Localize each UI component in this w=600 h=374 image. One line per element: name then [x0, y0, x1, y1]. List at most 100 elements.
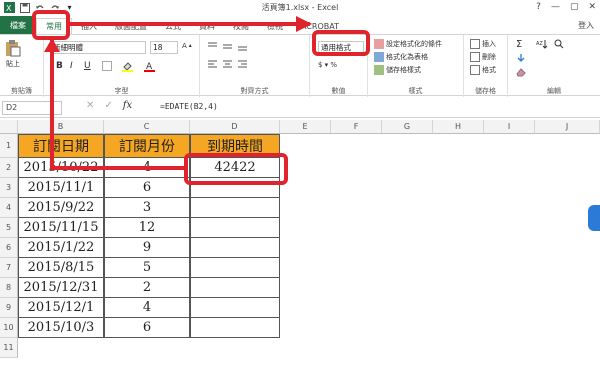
- vertical-align-buttons[interactable]: [208, 41, 268, 51]
- font-color-button[interactable]: A: [144, 61, 155, 72]
- tab-file[interactable]: 檔案: [0, 16, 36, 34]
- format-as-table-button[interactable]: 格式化為表格: [374, 52, 428, 62]
- tab-data[interactable]: 資料: [190, 18, 224, 34]
- date-cell[interactable]: 2015/12/1: [18, 298, 104, 318]
- cancel-entry-icon[interactable]: ✕: [86, 100, 94, 111]
- column-header-c[interactable]: C: [104, 120, 190, 134]
- due-cell[interactable]: [190, 278, 280, 298]
- format-cells-button[interactable]: 格式: [470, 65, 496, 75]
- underline-button[interactable]: U: [84, 61, 91, 71]
- column-header-j[interactable]: J: [535, 120, 600, 134]
- header-cell-subscribe-date[interactable]: 訂閱日期: [18, 134, 104, 158]
- sort-icon: AZ: [536, 40, 548, 49]
- group-clipboard: 貼上 剪貼簿: [0, 35, 44, 97]
- fill-color-button[interactable]: [122, 61, 133, 72]
- svg-text:AZ: AZ: [536, 41, 543, 47]
- row-header[interactable]: 11: [0, 338, 18, 358]
- column-header-b[interactable]: B: [18, 120, 104, 134]
- title-bar: X ▾ 活頁簿1.xlsx - Excel ? — ▢ ✕: [0, 0, 600, 16]
- months-cell[interactable]: 4: [104, 298, 190, 318]
- currency-button[interactable]: $ ▾ %: [318, 61, 337, 69]
- confirm-entry-icon[interactable]: ✓: [104, 100, 112, 111]
- months-cell[interactable]: 6: [104, 318, 190, 338]
- due-cell[interactable]: [190, 258, 280, 278]
- font-group-label: 字型: [114, 87, 129, 95]
- row-header[interactable]: 9: [0, 298, 18, 318]
- row-header[interactable]: 3: [0, 178, 18, 198]
- autosum-button[interactable]: Σ: [516, 39, 522, 50]
- date-cell[interactable]: 2015/8/15: [18, 258, 104, 278]
- restore-button[interactable]: ▢: [570, 2, 579, 12]
- column-header-f[interactable]: F: [331, 120, 382, 134]
- months-cell[interactable]: 6: [104, 178, 190, 198]
- header-cell-subscribe-months[interactable]: 訂閱月份: [104, 134, 190, 158]
- delete-cells-button[interactable]: 刪除: [470, 52, 496, 62]
- months-cell[interactable]: 3: [104, 198, 190, 218]
- due-cell[interactable]: [190, 318, 280, 338]
- paste-button[interactable]: 貼上: [5, 39, 21, 69]
- date-cell[interactable]: 2015/11/15: [18, 218, 104, 238]
- date-cell[interactable]: 2015/9/22: [18, 198, 104, 218]
- insert-function-icon[interactable]: fx: [123, 100, 132, 111]
- due-cell[interactable]: [190, 198, 280, 218]
- months-cell[interactable]: 2: [104, 278, 190, 298]
- row-header[interactable]: 5: [0, 218, 18, 238]
- row-header[interactable]: 10: [0, 318, 18, 338]
- close-button[interactable]: ✕: [588, 2, 596, 12]
- formula-input[interactable]: =EDATE(B2,4): [160, 102, 218, 111]
- row-header[interactable]: 4: [0, 198, 18, 218]
- minimize-button[interactable]: —: [551, 2, 560, 12]
- tab-formulas[interactable]: 公式: [156, 18, 190, 34]
- date-cell[interactable]: 2015/10/3: [18, 318, 104, 338]
- group-editing: Σ AZ 編輯: [508, 35, 600, 97]
- alignment-group-label: 對齊方式: [240, 87, 269, 95]
- horizontal-align-buttons[interactable]: [208, 59, 268, 69]
- date-cell[interactable]: 2015/11/1: [18, 178, 104, 198]
- italic-button[interactable]: I: [70, 61, 73, 71]
- months-cell[interactable]: 12: [104, 218, 190, 238]
- help-button[interactable]: ?: [536, 2, 541, 12]
- fill-button[interactable]: [516, 53, 526, 63]
- editing-group-label: 編輯: [547, 87, 561, 95]
- date-cell[interactable]: 2015/1/22: [18, 238, 104, 258]
- format-as-table-label: 格式化為表格: [386, 53, 428, 61]
- bold-button[interactable]: B: [56, 61, 63, 71]
- side-panel-badge[interactable]: [588, 205, 600, 231]
- grow-font-button[interactable]: A ▴: [182, 42, 192, 50]
- find-select-button[interactable]: [554, 39, 564, 49]
- clear-button[interactable]: [516, 67, 526, 77]
- font-name-select[interactable]: 新細明體: [50, 41, 146, 54]
- sort-filter-button[interactable]: AZ: [536, 39, 548, 49]
- due-cell[interactable]: [190, 298, 280, 318]
- row-header[interactable]: 6: [0, 238, 18, 258]
- find-icon: [554, 39, 564, 49]
- months-cell[interactable]: 9: [104, 238, 190, 258]
- row-header[interactable]: 2: [0, 158, 18, 178]
- column-header-h[interactable]: H: [433, 120, 484, 134]
- column-header-i[interactable]: I: [484, 120, 535, 134]
- due-cell[interactable]: [190, 238, 280, 258]
- column-header-g[interactable]: G: [382, 120, 433, 134]
- window-title: 活頁簿1.xlsx - Excel: [261, 3, 339, 12]
- sign-in-link[interactable]: 登入: [578, 20, 594, 31]
- tab-insert[interactable]: 插入: [72, 18, 106, 34]
- row-header[interactable]: 8: [0, 278, 18, 298]
- cell-styles-button[interactable]: 儲存格樣式: [374, 65, 421, 75]
- tab-view[interactable]: 檢視: [258, 18, 292, 34]
- months-cell[interactable]: 5: [104, 258, 190, 278]
- row-header[interactable]: 7: [0, 258, 18, 278]
- formula-bar: D2 ✕ ✓ fx =EDATE(B2,4): [0, 98, 600, 118]
- borders-button[interactable]: [102, 61, 112, 71]
- column-header-d[interactable]: D: [190, 120, 280, 134]
- insert-cells-button[interactable]: 插入: [470, 39, 496, 49]
- tab-page-layout[interactable]: 版面配置: [106, 18, 156, 34]
- due-cell[interactable]: [190, 218, 280, 238]
- column-header-e[interactable]: E: [280, 120, 331, 134]
- font-size-select[interactable]: 18: [150, 41, 178, 54]
- conditional-format-button[interactable]: 設定格式化的條件: [374, 39, 442, 49]
- date-cell[interactable]: 2015/12/31: [18, 278, 104, 298]
- select-all-corner[interactable]: [0, 120, 18, 134]
- tab-review[interactable]: 校閱: [224, 18, 258, 34]
- row-header[interactable]: 1: [0, 134, 18, 158]
- window-controls: ? — ▢ ✕: [536, 2, 596, 12]
